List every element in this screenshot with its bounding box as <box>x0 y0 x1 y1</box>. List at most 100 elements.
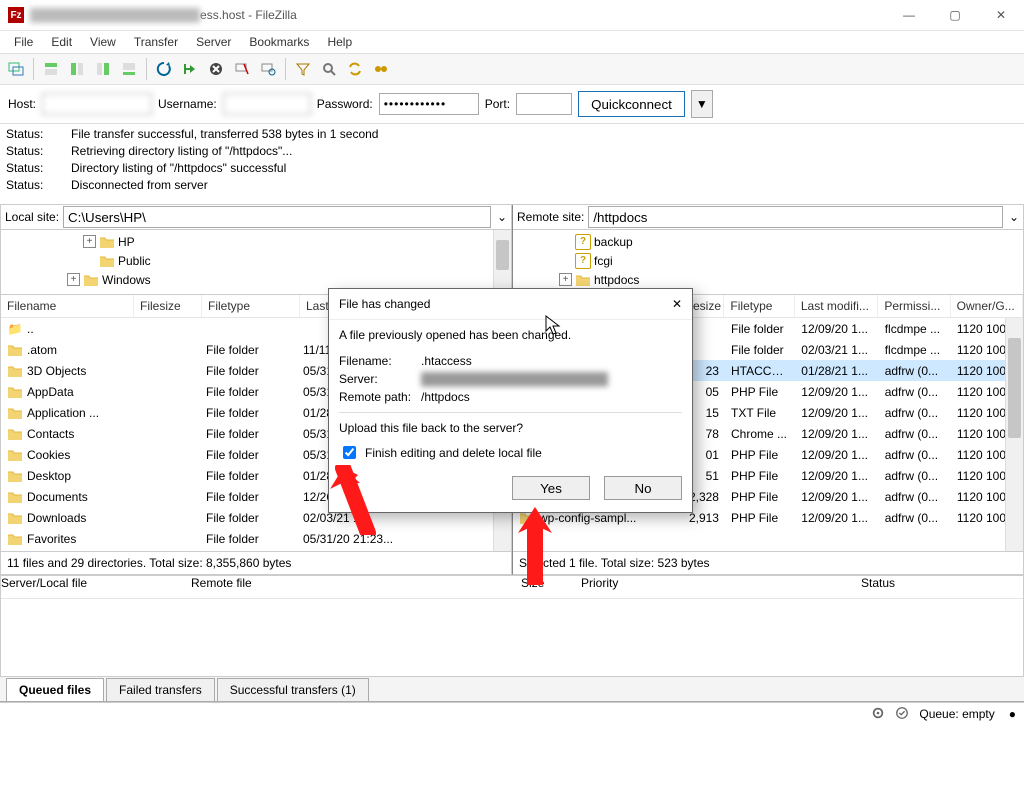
menu-server[interactable]: Server <box>188 32 239 52</box>
log-message: Retrieving directory listing of "/httpdo… <box>71 143 292 160</box>
dialog-yes-button[interactable]: Yes <box>512 476 590 500</box>
reconnect-button[interactable] <box>256 57 280 81</box>
local-tree-scrollbar[interactable] <box>493 230 511 294</box>
lock-icon[interactable]: ● <box>1009 707 1016 721</box>
log-label: Status: <box>6 160 51 177</box>
tree-item[interactable]: +HP <box>3 232 509 251</box>
log-message: Directory listing of "/httpdocs" success… <box>71 160 286 177</box>
search-button[interactable] <box>317 57 341 81</box>
column-header[interactable]: Server/Local file <box>1 576 191 598</box>
dialog-title: File has changed <box>339 297 430 311</box>
remote-status: Selected 1 file. Total size: 523 bytes <box>513 551 1023 574</box>
remote-path-dropdown[interactable]: ⌄ <box>1005 210 1023 224</box>
filename-value: .htaccess <box>421 354 472 368</box>
queue-tab[interactable]: Queued files <box>6 678 104 701</box>
list-item[interactable]: LinksFile folder05/31/20 21:24... <box>1 549 511 551</box>
window-minimize-button[interactable]: — <box>886 0 932 30</box>
column-header[interactable]: Status <box>861 576 981 598</box>
column-header[interactable]: Last modifi... <box>795 295 878 317</box>
column-header[interactable]: Permissi... <box>878 295 950 317</box>
finish-editing-checkbox[interactable] <box>343 446 356 459</box>
column-header[interactable]: Remote file <box>191 576 521 598</box>
dialog-no-button[interactable]: No <box>604 476 682 500</box>
remote-path-value: /httpdocs <box>421 390 470 404</box>
queue-header[interactable]: Server/Local fileRemote fileSizePriority… <box>1 576 1023 599</box>
host-input[interactable] <box>42 93 152 115</box>
remote-path-input[interactable] <box>588 206 1003 228</box>
quickconnect-button[interactable]: Quickconnect <box>578 91 685 117</box>
password-input[interactable] <box>379 93 479 115</box>
settings-icon[interactable] <box>871 706 885 723</box>
remote-site-label: Remote site: <box>513 210 588 224</box>
filename-label: Filename: <box>339 354 421 368</box>
column-header[interactable]: Size <box>521 576 581 598</box>
local-tree[interactable]: +HPPublic+Windows <box>1 230 511 295</box>
menu-file[interactable]: File <box>6 32 41 52</box>
column-header[interactable]: Priority <box>581 576 861 598</box>
window-title: ████████████████████ess.host - FileZilla <box>30 8 297 22</box>
port-input[interactable] <box>516 93 572 115</box>
list-item[interactable]: FavoritesFile folder05/31/20 21:23... <box>1 528 511 549</box>
app-icon: Fz <box>8 7 24 23</box>
password-label: Password: <box>317 97 373 111</box>
dialog-close-button[interactable]: ✕ <box>668 295 686 313</box>
tree-item[interactable]: Public <box>3 251 509 270</box>
column-header[interactable]: Filesize <box>134 295 202 317</box>
log-message: File transfer successful, transferred 53… <box>71 126 378 143</box>
window-titlebar: Fz ████████████████████ess.host - FileZi… <box>0 0 1024 31</box>
host-label: Host: <box>8 97 36 111</box>
refresh-button[interactable] <box>152 57 176 81</box>
tree-item[interactable]: +httpdocs <box>515 270 1021 289</box>
cancel-button[interactable] <box>204 57 228 81</box>
remote-path-label: Remote path: <box>339 390 421 404</box>
queue-status-text: Queue: empty <box>919 707 994 721</box>
server-label: Server: <box>339 372 421 386</box>
queue-indicator-icon[interactable] <box>895 706 909 723</box>
local-path-dropdown[interactable]: ⌄ <box>493 210 511 224</box>
remote-tree[interactable]: ?backup?fcgi+httpdocs <box>513 230 1023 295</box>
column-header[interactable]: Filename <box>1 295 134 317</box>
statusbar: Queue: empty ● <box>0 702 1024 725</box>
dialog-titlebar[interactable]: File has changed ✕ <box>329 289 692 320</box>
menu-edit[interactable]: Edit <box>43 32 80 52</box>
queue-tabs: Queued filesFailed transfersSuccessful t… <box>0 677 1024 702</box>
menu-view[interactable]: View <box>82 32 124 52</box>
username-input[interactable] <box>223 93 311 115</box>
sitemanager-button[interactable] <box>4 57 28 81</box>
toggle-log-button[interactable] <box>39 57 63 81</box>
quickconnect-dropdown[interactable]: ▼ <box>691 90 713 118</box>
toggle-remote-tree-button[interactable] <box>91 57 115 81</box>
menu-help[interactable]: Help <box>319 32 360 52</box>
username-label: Username: <box>158 97 217 111</box>
quickconnect-bar: Host: Username: Password: Port: Quickcon… <box>0 85 1024 124</box>
remote-list-scrollbar[interactable] <box>1005 318 1023 551</box>
window-maximize-button[interactable]: ▢ <box>932 0 978 30</box>
filter-button[interactable] <box>291 57 315 81</box>
tree-item[interactable]: ?fcgi <box>515 251 1021 270</box>
compare-button[interactable] <box>369 57 393 81</box>
queue-tab[interactable]: Failed transfers <box>106 678 215 701</box>
port-label: Port: <box>485 97 510 111</box>
sync-button[interactable] <box>343 57 367 81</box>
toggle-local-tree-button[interactable] <box>65 57 89 81</box>
tree-item[interactable]: ?backup <box>515 232 1021 251</box>
local-path-input[interactable] <box>63 206 491 228</box>
window-close-button[interactable]: ✕ <box>978 0 1024 30</box>
log-label: Status: <box>6 126 51 143</box>
finish-editing-label: Finish editing and delete local file <box>365 446 542 460</box>
process-queue-button[interactable] <box>178 57 202 81</box>
menubar: FileEditViewTransferServerBookmarksHelp <box>0 31 1024 53</box>
dialog-message: A file previously opened has been change… <box>339 328 682 342</box>
disconnect-button[interactable] <box>230 57 254 81</box>
menu-transfer[interactable]: Transfer <box>126 32 186 52</box>
column-header[interactable]: Filetype <box>202 295 300 317</box>
menu-bookmarks[interactable]: Bookmarks <box>241 32 317 52</box>
queue-tab[interactable]: Successful transfers (1) <box>217 678 369 701</box>
toggle-queue-button[interactable] <box>117 57 141 81</box>
tree-item[interactable]: +Windows <box>3 270 509 289</box>
column-header[interactable]: Owner/G... <box>951 295 1023 317</box>
file-changed-dialog: File has changed ✕ A file previously ope… <box>328 288 693 513</box>
column-header[interactable]: Filetype <box>724 295 794 317</box>
message-log[interactable]: Status: File transfer successful, transfe… <box>0 124 1024 205</box>
log-label: Status: <box>6 143 51 160</box>
